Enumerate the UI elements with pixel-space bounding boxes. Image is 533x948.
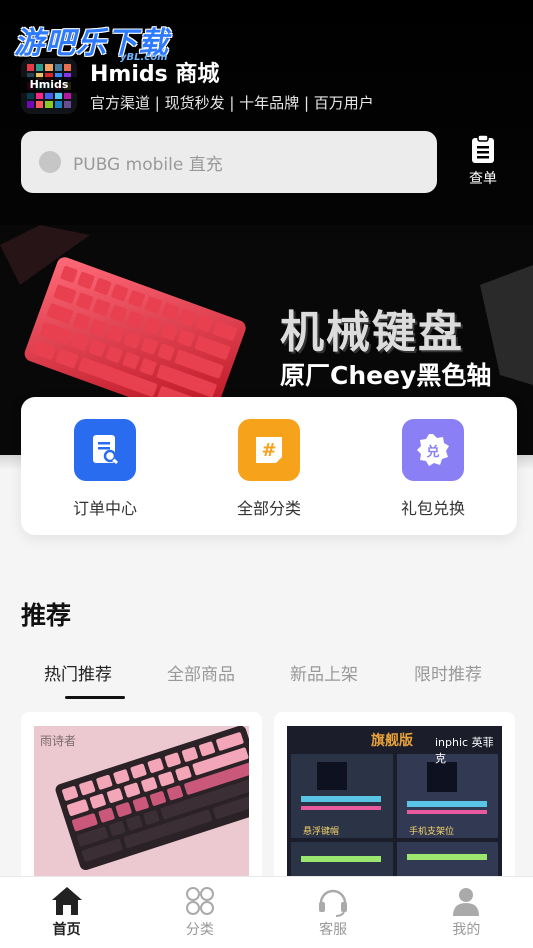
product-badge: 旗舰版 (371, 733, 413, 749)
bottom-nav: 首页 分类 客服 我的 (0, 876, 533, 948)
nav-label: 首页 (52, 922, 81, 938)
tab-new-arrivals[interactable]: 新品上架 (290, 660, 358, 685)
order-search-icon (74, 419, 136, 481)
quick-menu-card: 订单中心 # 全部分类 兑 礼包兑换 (21, 397, 517, 535)
search-icon (39, 151, 61, 173)
banner-subtitle: 原厂Cheey黑色轴 (280, 361, 492, 390)
tab-hot[interactable]: 热门推荐 (44, 660, 112, 685)
nav-label: 我的 (452, 922, 481, 938)
nav-home[interactable]: 首页 (0, 877, 133, 948)
gift-badge-icon: 兑 (402, 419, 464, 481)
headset-icon (319, 889, 348, 917)
nav-label: 客服 (319, 922, 348, 938)
shop-logo: Hmids (21, 58, 77, 114)
orders-button[interactable]: 查单 (460, 134, 506, 188)
home-icon (51, 887, 82, 915)
product-image: 旗舰版 inphic 英菲克 悬浮键帽 手机支架位 (287, 726, 502, 886)
product-brand: 雨诗者 (40, 734, 77, 748)
quick-item-categories[interactable]: # 全部分类 (199, 419, 339, 519)
nav-categories[interactable]: 分类 (133, 877, 266, 948)
svg-text:#: # (261, 440, 276, 461)
banner-title: 机械键盘 (280, 307, 464, 358)
nav-customer-service[interactable]: 客服 (267, 877, 400, 948)
grid-icon (185, 887, 214, 915)
quick-item-label: 订单中心 (72, 499, 137, 518)
nav-profile[interactable]: 我的 (400, 877, 533, 948)
product-card[interactable]: 雨诗者 (21, 712, 262, 892)
shop-logo-text: Hmids (21, 77, 77, 93)
quick-item-orders[interactable]: 订单中心 (35, 419, 175, 519)
product-caption: 悬浮键帽 (303, 827, 340, 837)
user-icon (453, 888, 480, 916)
hash-icon: # (238, 419, 300, 481)
nav-label: 分类 (185, 922, 214, 938)
tab-limited-time[interactable]: 限时推荐 (414, 660, 482, 685)
svg-text:兑: 兑 (426, 444, 439, 460)
quick-item-label: 礼包兑换 (400, 499, 465, 518)
shop-name: Hmids 商城 (90, 62, 220, 87)
search-input[interactable]: PUBG mobile 直充 (21, 131, 437, 193)
clipboard-icon (472, 134, 494, 163)
active-tab-indicator (65, 696, 125, 699)
product-image: 雨诗者 (34, 726, 249, 886)
shop-tagline: 官方渠道 | 现货秒发 | 十年品牌 | 百万用户 (90, 94, 374, 112)
quick-item-label: 全部分类 (236, 499, 301, 518)
product-brand: inphic 英菲克 (435, 736, 494, 765)
section-title: 推荐 (21, 601, 72, 630)
orders-label: 查单 (469, 171, 497, 187)
search-placeholder: PUBG mobile 直充 (73, 154, 223, 175)
product-caption: 手机支架位 (409, 827, 455, 837)
recommend-tabs: 热门推荐 全部商品 新品上架 限时推荐 (21, 660, 517, 700)
tab-all-products[interactable]: 全部商品 (167, 660, 235, 685)
quick-item-gift-redeem[interactable]: 兑 礼包兑换 (363, 419, 503, 519)
product-card[interactable]: 旗舰版 inphic 英菲克 悬浮键帽 手机支架位 (274, 712, 515, 892)
